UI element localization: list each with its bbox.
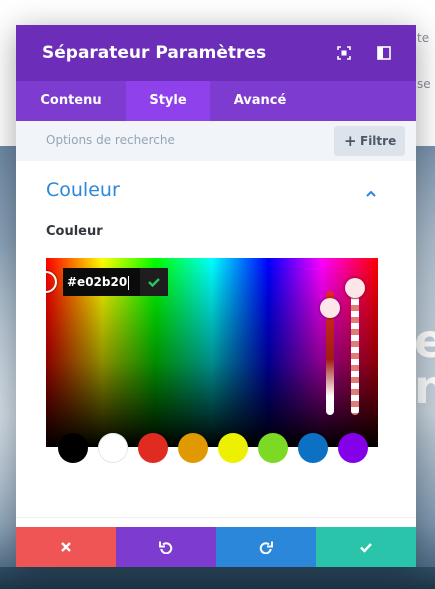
color-field-label: Couleur xyxy=(46,224,103,239)
redo-button[interactable] xyxy=(216,527,316,567)
swatch-blue[interactable] xyxy=(298,433,328,463)
tab-contenu[interactable]: Contenu xyxy=(16,81,126,121)
expand-icon[interactable] xyxy=(337,45,351,60)
background-heading-fragment: n xyxy=(414,360,435,414)
hex-input[interactable]: #e02b20 xyxy=(63,268,140,296)
background-text-fragment: se xyxy=(417,77,431,91)
undo-button[interactable] xyxy=(116,527,216,567)
color-spectrum[interactable]: #e02b20 xyxy=(46,258,378,447)
settings-modal: Séparateur Paramètres Contenu Style Avan… xyxy=(16,25,416,567)
undo-icon xyxy=(159,541,173,554)
swatch-black[interactable] xyxy=(58,433,88,463)
background-photo-bottom xyxy=(0,567,435,589)
confirm-hex-button[interactable] xyxy=(140,268,168,296)
swatch-white[interactable] xyxy=(98,433,128,463)
check-icon xyxy=(148,278,160,288)
tab-style[interactable]: Style xyxy=(126,81,210,121)
modal-header: Séparateur Paramètres xyxy=(16,25,416,81)
opacity-slider[interactable] xyxy=(351,287,359,415)
save-button[interactable] xyxy=(316,527,416,567)
text-caret xyxy=(128,275,130,290)
chevron-up-icon[interactable] xyxy=(365,185,377,197)
filter-button-label: Filtre xyxy=(360,134,397,148)
swatch-green[interactable] xyxy=(258,433,288,463)
tab-avance[interactable]: Avancé xyxy=(210,81,310,121)
sidebar-toggle-icon[interactable] xyxy=(377,45,391,60)
opacity-slider-handle[interactable] xyxy=(345,278,365,298)
swatch-red[interactable] xyxy=(138,433,168,463)
swatch-orange[interactable] xyxy=(178,433,208,463)
divider xyxy=(16,517,416,518)
hue-slider-handle[interactable] xyxy=(320,298,340,318)
filter-button[interactable]: + Filtre xyxy=(334,126,405,156)
redo-icon xyxy=(259,541,273,554)
modal-title: Séparateur Paramètres xyxy=(42,43,267,63)
modal-footer xyxy=(16,527,416,567)
swatch-purple[interactable] xyxy=(338,433,368,463)
background-text-fragment: te xyxy=(417,31,430,45)
options-search-bar: Options de recherche + Filtre xyxy=(16,121,416,161)
search-input[interactable]: Options de recherche xyxy=(46,133,175,147)
discard-button[interactable] xyxy=(16,527,116,567)
swatch-yellow[interactable] xyxy=(218,433,248,463)
plus-icon: + xyxy=(344,132,357,150)
close-icon xyxy=(61,542,71,552)
section-title-couleur[interactable]: Couleur xyxy=(46,179,120,201)
hex-value: #e02b20 xyxy=(67,275,128,289)
color-picker-handle[interactable] xyxy=(46,271,57,293)
background-heading-fragment: e xyxy=(414,314,435,368)
check-icon xyxy=(360,543,372,553)
tab-bar: Contenu Style Avancé xyxy=(16,81,416,121)
